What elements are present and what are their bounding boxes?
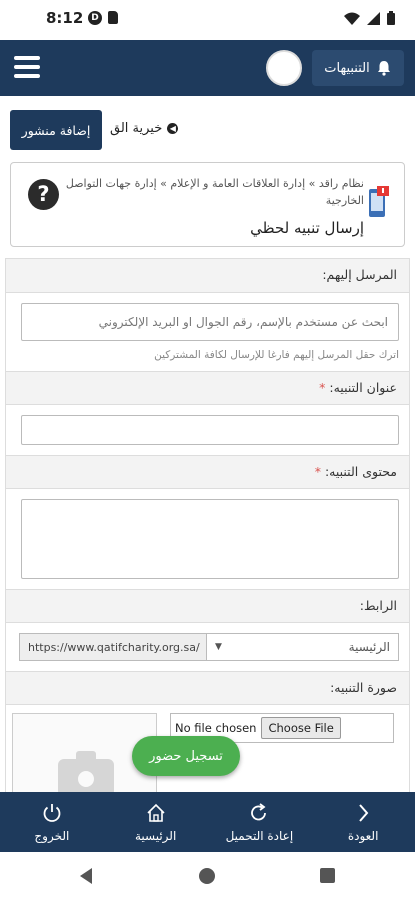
post-bar: إضافة منشور ◀ خيرية الق	[10, 110, 405, 152]
signal-icon	[367, 11, 380, 25]
recipients-label: المرسل إليهم:	[6, 259, 409, 293]
sd-card-icon	[108, 11, 118, 24]
logout-label: الخروج	[34, 828, 70, 843]
bottom-nav: الخروج الرئيسية إعادة التحميل العودة	[0, 792, 415, 852]
home-icon	[147, 803, 165, 822]
reload-label: إعادة التحميل	[225, 828, 294, 843]
add-post-button[interactable]: إضافة منشور	[10, 110, 102, 150]
title-input[interactable]	[21, 415, 399, 445]
recipients-search-input[interactable]: ابحث عن مستخدم بالإسم، رقم الجوال او الب…	[21, 303, 399, 341]
power-icon	[43, 803, 61, 822]
required-marker: *	[319, 380, 326, 395]
app-bar: التنبيهات	[0, 40, 415, 96]
chevron-down-icon: ▼	[215, 642, 222, 652]
notification-form: المرسل إليهم: ابحث عن مستخدم بالإسم، رقم…	[5, 258, 410, 798]
battery-icon	[387, 11, 395, 25]
recipients-help-text: اترك حقل المرسل إليهم فارغا للإرسال لكاف…	[154, 349, 399, 361]
status-time: 8:12	[46, 9, 84, 27]
system-nav-bar	[0, 852, 415, 900]
page-title: إرسال تنبيه لحظي	[250, 219, 364, 237]
required-marker: *	[314, 464, 321, 479]
check-in-button[interactable]: تسجيل حضور	[132, 736, 240, 776]
content-textarea[interactable]	[21, 499, 399, 579]
wifi-icon	[344, 12, 360, 25]
content-field-label: محتوى التنبيه: *	[6, 455, 409, 489]
notifications-button[interactable]: التنبيهات	[312, 50, 404, 86]
breadcrumb: نظام راقد » إدارة العلاقات العامة و الإع…	[65, 177, 364, 207]
arrow-circle-icon: ◀	[167, 123, 179, 134]
notification-icon: D	[88, 11, 102, 25]
choose-file-button[interactable]: Choose File	[261, 717, 341, 739]
reload-icon	[251, 802, 267, 820]
chevron-right-icon	[359, 803, 369, 822]
title-field-label: عنوان التنبيه: *	[6, 371, 409, 405]
system-back-icon[interactable]	[80, 868, 92, 884]
post-title-text: خيرية الق	[110, 121, 163, 136]
avatar[interactable]	[266, 50, 302, 86]
reload-button[interactable]: إعادة التحميل	[209, 792, 309, 852]
back-label: العودة	[347, 828, 379, 843]
link-page-select[interactable]: ▼ الرئيسية	[207, 634, 398, 660]
system-recents-icon[interactable]	[320, 868, 335, 883]
status-bar: 8:12 D	[0, 0, 415, 40]
link-url-field[interactable]: https://www.qatifcharity.org.sa/	[20, 634, 207, 660]
home-button[interactable]: الرئيسية	[106, 792, 206, 852]
breadcrumb-card: ? نظام راقد » إدارة العلاقات العامة و ال…	[10, 162, 405, 247]
link-page-value: الرئيسية	[348, 640, 390, 654]
image-label: صورة التنبيه:	[6, 671, 409, 705]
link-label: الرابط:	[6, 589, 409, 623]
menu-icon[interactable]	[14, 56, 40, 78]
back-button[interactable]: العودة	[313, 792, 413, 852]
link-row: https://www.qatifcharity.org.sa/ ▼ الرئي…	[19, 633, 399, 661]
no-file-text: No file chosen	[175, 721, 257, 735]
post-title: ◀ خيرية الق	[110, 121, 179, 136]
system-home-icon[interactable]	[199, 868, 215, 884]
logout-button[interactable]: الخروج	[2, 792, 102, 852]
phone-alert-icon	[369, 186, 389, 217]
notifications-label: التنبيهات	[324, 60, 370, 76]
bell-icon	[377, 61, 390, 76]
home-label: الرئيسية	[134, 828, 177, 843]
